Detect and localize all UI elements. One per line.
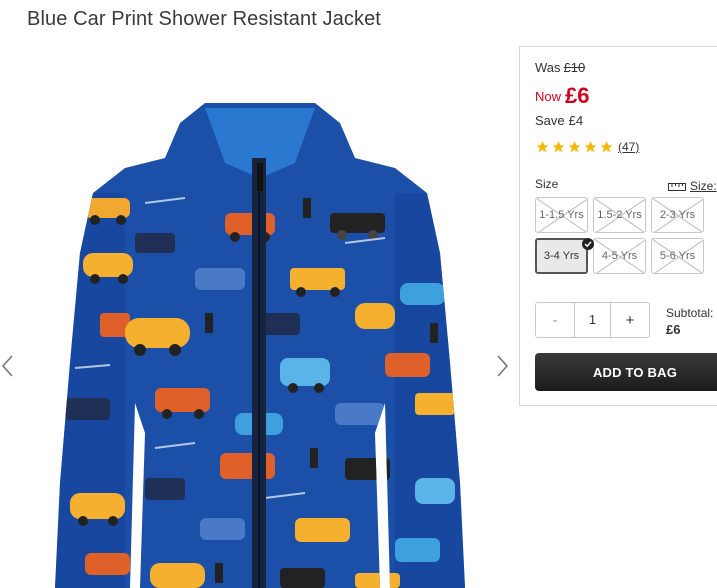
savings: Save £4 bbox=[535, 113, 583, 128]
now-price: Now £6 bbox=[535, 83, 590, 109]
size-option-label: 4-5 Yrs bbox=[601, 250, 638, 262]
savings-value: £4 bbox=[568, 113, 584, 128]
star-rating: (47) bbox=[535, 140, 639, 154]
star-icon bbox=[536, 141, 549, 153]
size-option-4-5-yrs[interactable]: 4-5 Yrs bbox=[593, 238, 646, 274]
chevron-right-icon bbox=[497, 355, 509, 377]
add-to-bag-button[interactable]: ADD TO BAG bbox=[535, 353, 717, 391]
now-price-label: Now bbox=[535, 89, 562, 104]
was-price-value: £10 bbox=[563, 60, 586, 75]
size-option-5-6-yrs[interactable]: 5-6 Yrs bbox=[651, 238, 704, 274]
size-option-label: 1-1.5 Yrs bbox=[539, 209, 584, 221]
size-option-label: 1.5-2 Yrs bbox=[597, 209, 642, 221]
ruler-icon bbox=[668, 183, 686, 191]
subtotal-label: Subtotal: bbox=[666, 306, 714, 320]
product-image bbox=[55, 103, 465, 588]
quantity-input[interactable]: 1 bbox=[574, 303, 611, 337]
reviews-count-link[interactable]: (47) bbox=[618, 140, 639, 154]
savings-label: Save bbox=[535, 113, 565, 128]
size-option-2-3-yrs[interactable]: 2-3 Yrs bbox=[651, 197, 704, 233]
product-title: Blue Car Print Shower Resistant Jacket bbox=[27, 8, 381, 30]
star-icon bbox=[584, 141, 597, 153]
subtotal-value: £6 bbox=[666, 322, 681, 337]
chevron-left-icon bbox=[1, 355, 13, 377]
now-price-value: £6 bbox=[565, 83, 590, 108]
selected-check-icon bbox=[582, 238, 594, 250]
quantity-increase-button[interactable]: + bbox=[611, 303, 649, 337]
size-guide-link[interactable]: Size: bbox=[668, 179, 717, 193]
star-icon bbox=[552, 141, 565, 153]
size-option-1-1-5-yrs[interactable]: 1-1.5 Yrs bbox=[535, 197, 588, 233]
purchase-panel: Was £10 Now £6 Save £4 (47) Size Size: 1-1.… bbox=[519, 46, 717, 406]
product-image-gallery bbox=[0, 48, 517, 588]
next-image-arrow[interactable] bbox=[492, 354, 512, 378]
star-icon bbox=[568, 141, 581, 153]
size-option-label: 5-6 Yrs bbox=[659, 250, 696, 262]
size-option-label: 2-3 Yrs bbox=[659, 209, 696, 221]
size-guide-label: Size: bbox=[690, 179, 717, 193]
size-option-3-4-yrs[interactable]: 3-4 Yrs bbox=[535, 238, 588, 274]
size-option-label: 3-4 Yrs bbox=[543, 250, 580, 262]
size-label: Size bbox=[535, 177, 559, 191]
quantity-stepper: - 1 + bbox=[535, 302, 650, 338]
quantity-decrease-button[interactable]: - bbox=[536, 303, 574, 337]
was-price: Was £10 bbox=[535, 60, 585, 75]
previous-image-arrow[interactable] bbox=[0, 354, 20, 378]
star-icon bbox=[600, 141, 613, 153]
was-price-label: Was bbox=[535, 60, 561, 75]
size-option-1-5-2-yrs[interactable]: 1.5-2 Yrs bbox=[593, 197, 646, 233]
